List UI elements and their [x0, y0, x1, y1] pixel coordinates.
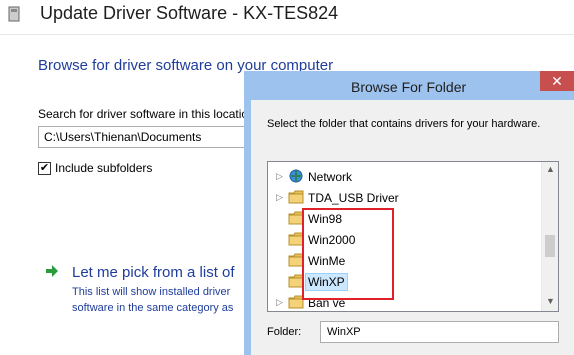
- folder-input[interactable]: WinXP: [320, 321, 559, 343]
- close-button[interactable]: ✕: [540, 71, 574, 91]
- window-title: Update Driver Software - KX-TES824: [40, 3, 339, 23]
- scroll-down-icon[interactable]: ▼: [542, 296, 558, 308]
- dialog-body: Select the folder that contains drivers …: [251, 100, 574, 355]
- include-subfolders-checkbox[interactable]: ✔: [38, 162, 51, 175]
- search-location-label: Search for driver software in this locat…: [38, 107, 249, 121]
- pick-driver-description-2: software in the same category as: [72, 302, 234, 314]
- network-icon: [288, 169, 304, 183]
- folder-icon: [288, 190, 304, 204]
- tree-scrollbar[interactable]: ▲ ▼: [541, 162, 558, 311]
- tree-item-label: TDA_USB Driver: [308, 191, 399, 205]
- annotation-highlight-box: [302, 208, 394, 300]
- green-arrow-icon: [45, 264, 59, 278]
- device-icon: [7, 5, 21, 23]
- search-path-input[interactable]: C:\Users\Thienan\Documents: [38, 126, 248, 148]
- scroll-up-icon[interactable]: ▲: [542, 164, 558, 176]
- dialog-instruction: Select the folder that contains drivers …: [267, 118, 541, 130]
- folder-tree[interactable]: ▷ Network ▷ TDA_USB Driver Win98 Win2000 WinMe…: [267, 161, 559, 312]
- pick-driver-description: This list will show installed driver: [72, 286, 231, 298]
- pick-driver-link[interactable]: Let me pick from a list of: [72, 264, 235, 281]
- tree-item[interactable]: ▷ TDA_USB Driver: [268, 188, 540, 208]
- folder-label: Folder:: [267, 326, 302, 338]
- tree-item-label: Network: [308, 170, 353, 184]
- browse-folder-dialog: Browse For Folder ✕ Select the folder th…: [244, 71, 574, 355]
- tree-item[interactable]: ▷ Network: [268, 167, 540, 187]
- expand-arrow-icon[interactable]: ▷: [276, 297, 283, 308]
- include-subfolders-label[interactable]: Include subfolders: [55, 161, 152, 175]
- expand-arrow-icon[interactable]: ▷: [276, 192, 283, 203]
- expand-arrow-icon[interactable]: ▷: [276, 171, 283, 182]
- dialog-title: Browse For Folder: [351, 79, 467, 95]
- title-divider: [0, 34, 574, 35]
- scroll-thumb[interactable]: [545, 235, 555, 257]
